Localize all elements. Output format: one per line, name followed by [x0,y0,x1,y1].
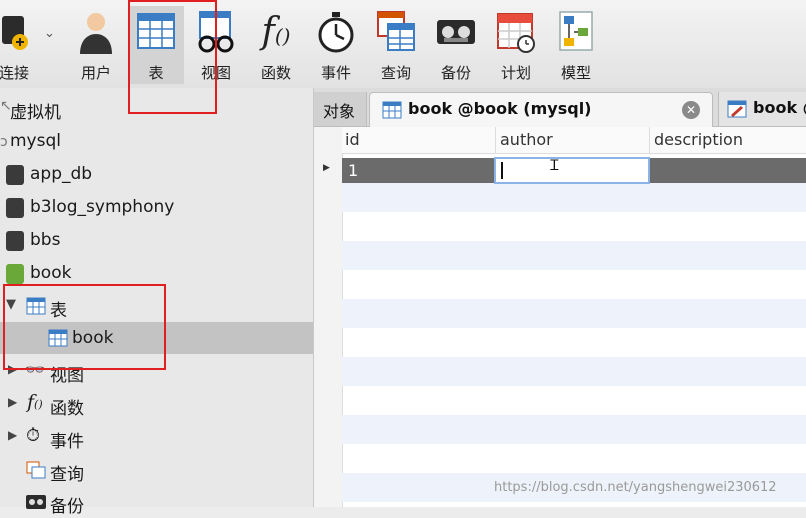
tab-book-second[interactable]: book @ [718,92,806,126]
column-header-label: id [345,130,360,149]
disclosure-closed-icon[interactable]: ▶ [8,395,17,409]
sidebar-item-app-db[interactable]: app_db [0,158,313,190]
tab-label: 对象 [323,102,356,121]
event-icon [318,12,354,53]
sidebar-item-backups[interactable]: 备份 [0,486,313,518]
toolbar-function-button[interactable]: f() 函数 [248,6,304,84]
sidebar-item-label: 函数 [50,399,84,419]
grid-stripe [342,241,806,270]
toolbar-model-button[interactable]: 模型 [548,6,604,84]
sidebar-item-label: 查询 [50,465,84,485]
model-icon [559,11,593,51]
query-icon [377,11,415,51]
sidebar-item-label: book [30,263,72,283]
sidebar-item-functions[interactable]: ▶ f() 函数 [0,388,313,420]
grid-stripe [342,299,806,328]
table-edit-icon [727,100,747,118]
toolbar-schedule-label: 计划 [500,64,531,82]
column-header-author[interactable]: author [496,127,650,154]
sidebar-item-b3log[interactable]: b3log_symphony [0,191,313,223]
sidebar-item-label: 备份 [50,497,84,517]
column-header-id[interactable]: id [342,127,496,154]
sidebar-item-label: 虚拟机 [10,103,61,123]
watermark: https://blog.csdn.net/yangshengwei230612 [494,480,777,495]
toolbar-function-label: 函数 [260,64,291,82]
toolbar-model-label: 模型 [560,64,591,82]
table-row[interactable]: 1 Ꮖ [342,157,806,184]
database-icon [6,165,24,185]
toolbar-event-button[interactable]: 事件 [308,6,364,84]
connect-icon [2,16,28,50]
database-icon [6,198,24,218]
function-icon: f() [27,391,43,413]
grid-stripe [342,357,806,386]
toolbar-backup-label: 备份 [440,64,471,82]
toolbar-event-label: 事件 [320,64,351,82]
tab-label: book @ [753,98,806,117]
chevron-down-icon[interactable]: ⌄ [44,26,55,41]
sidebar-item-events[interactable]: ▶ ⏱ 事件 [0,421,313,453]
toolbar-connect-button[interactable]: 连接 [0,6,42,84]
cell-id[interactable]: 1 [348,161,358,180]
toolbar: 连接 ⌄ 用户 表 视图 f() 函数 事件 查询 备份 计划 模型 [0,0,806,89]
data-grid: id author description 1 Ꮖ ▶ [314,127,806,507]
column-header-label: author [500,130,553,149]
tab-book-table[interactable]: book @book (mysql) ✕ [369,92,713,127]
toolbar-user-label: 用户 [80,64,111,82]
table-icon [382,101,402,119]
sidebar-item-label: 事件 [50,432,84,452]
cell-author-editor[interactable]: Ꮖ [494,157,650,184]
text-caret [501,162,503,179]
sidebar-item-label: bbs [30,230,61,250]
column-header-label: description [654,130,743,149]
tab-label: book @book (mysql) [408,99,592,118]
connection-icon: ↄ [0,134,8,150]
toolbar-user-button[interactable]: 用户 [68,6,124,84]
grid-stripe [342,415,806,444]
database-open-icon [6,264,24,284]
grid-stripe [342,183,806,212]
current-row-indicator-icon: ▶ [323,163,330,173]
function-icon: f() [261,11,291,52]
sidebar-item-label: app_db [30,164,93,184]
database-icon [6,231,24,251]
schedule-icon [497,13,535,53]
toolbar-query-label: 查询 [380,64,411,82]
tab-objects[interactable]: 对象 [314,92,367,126]
user-icon [80,13,112,54]
sidebar-item-label: b3log_symphony [30,197,175,217]
disclosure-closed-icon[interactable]: ▶ [8,428,17,442]
sidebar-item-bbs[interactable]: bbs [0,224,313,256]
event-icon: ⏱ [26,425,41,446]
column-header-description[interactable]: description [650,127,806,154]
annotation-highlight-box [3,284,166,370]
row-gutter [314,127,343,507]
sidebar-item-queries[interactable]: 查询 [0,454,313,486]
backup-icon [437,20,475,44]
query-icon [26,461,46,479]
sidebar-item-mysql[interactable]: ↄ mysql [0,125,313,157]
toolbar-query-button[interactable]: 查询 [368,6,424,84]
tab-bar: 对象 book @book (mysql) ✕ book @ [314,88,806,127]
mouse-cursor-icon: Ꮖ [550,158,560,174]
toolbar-backup-button[interactable]: 备份 [428,6,484,84]
annotation-highlight-box [128,0,217,114]
sidebar-item-label: mysql [10,131,61,151]
toolbar-schedule-button[interactable]: 计划 [488,6,544,84]
toolbar-connect-label: 连接 [0,64,29,82]
close-tab-icon[interactable]: ✕ [682,101,700,119]
